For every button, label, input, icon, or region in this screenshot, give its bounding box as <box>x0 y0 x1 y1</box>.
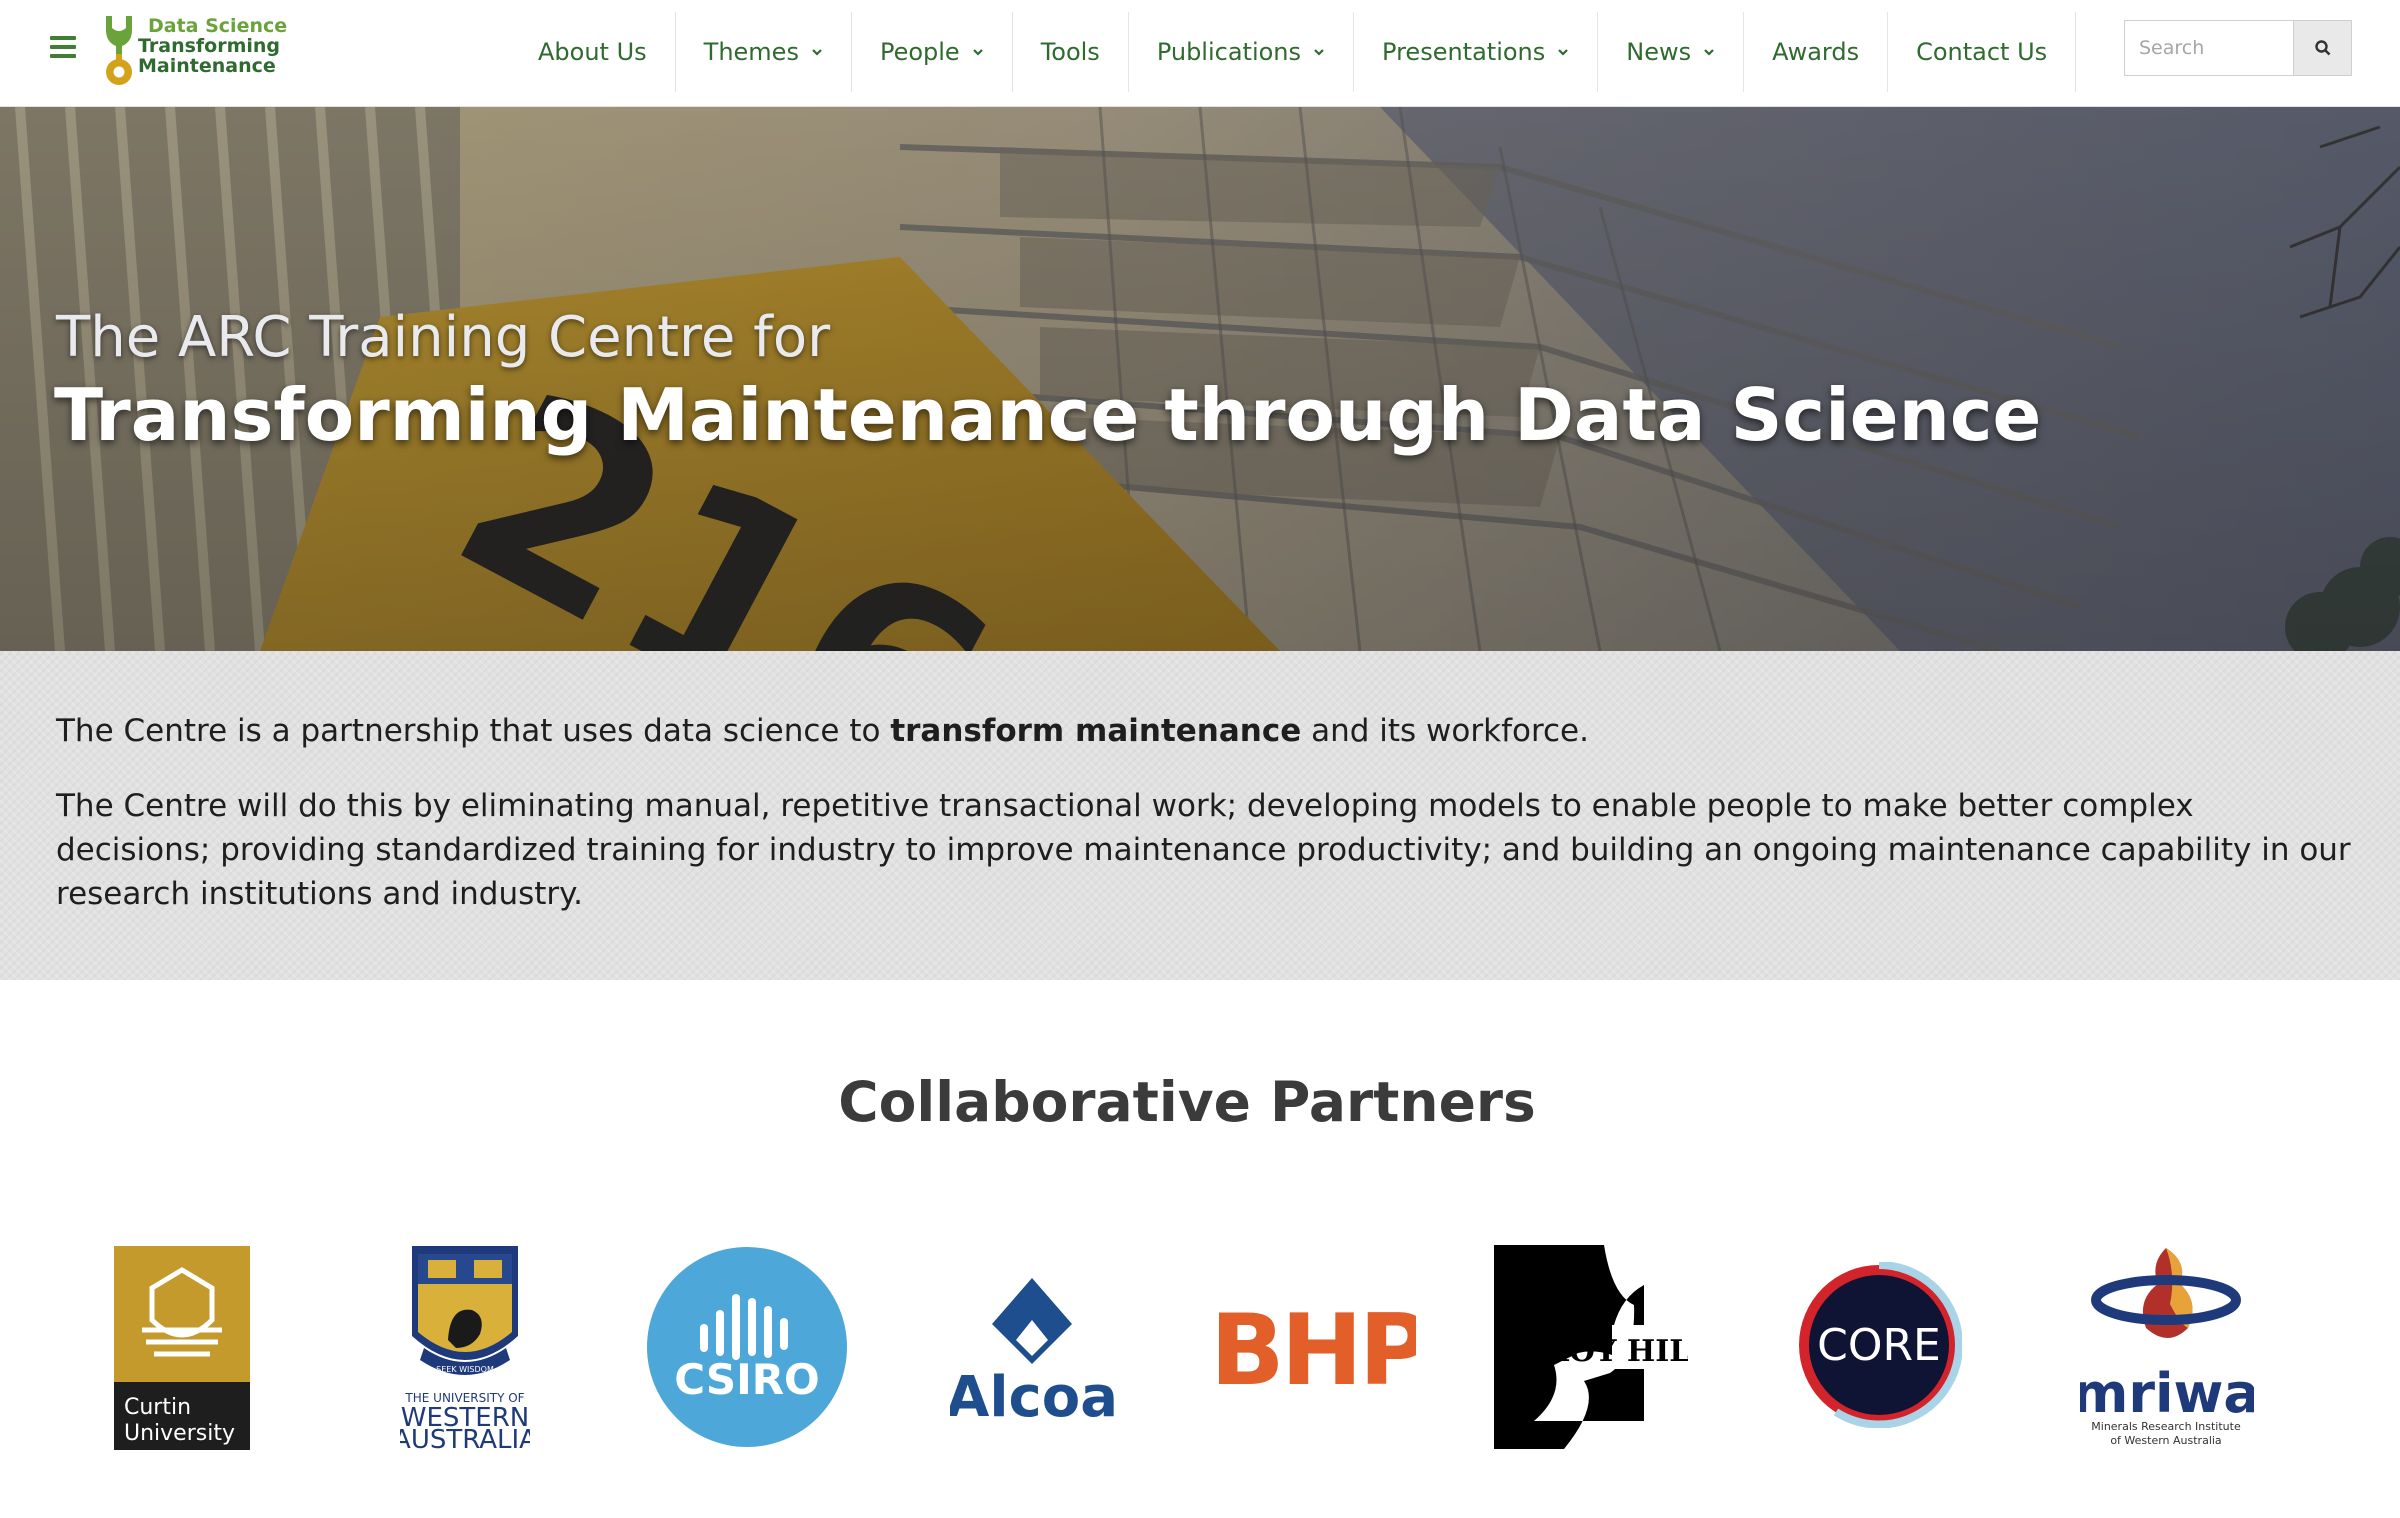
nav-label: Presentations <box>1382 38 1546 66</box>
mriwa-text: mriwa <box>2080 1362 2254 1425</box>
search-icon <box>2314 40 2330 56</box>
nav-item-presentations[interactable]: Presentations <box>1354 12 1599 92</box>
csiro-text: CSIRO <box>674 1355 820 1404</box>
wrench-pin-icon <box>106 16 132 85</box>
nav-label: Contact Us <box>1916 38 2048 66</box>
nav-item-awards[interactable]: Awards <box>1744 12 1889 92</box>
nav-label: Themes <box>703 38 799 66</box>
logo-text: Data Science Transforming Maintenance <box>138 16 287 76</box>
uwa-motto: SEEK WISDOM <box>436 1365 494 1374</box>
partner-logo-alcoa[interactable]: Alcoa <box>950 1274 1114 1424</box>
curtin-line-2: University <box>124 1421 235 1446</box>
logo-line-3: Maintenance <box>138 55 276 77</box>
search-box <box>2124 20 2352 76</box>
alcoa-text: Alcoa <box>950 1365 1114 1424</box>
nav-item-news[interactable]: News <box>1598 12 1745 92</box>
nav-item-publications[interactable]: Publications <box>1129 12 1355 92</box>
main-nav: About Us Themes People Tools Publication… <box>510 12 2077 92</box>
bhp-text: BHP <box>1210 1302 1416 1392</box>
partners-heading: Collaborative Partners <box>838 1070 1536 1134</box>
hero-title: Transforming Maintenance through Data Sc… <box>54 373 2042 457</box>
mriwa-sub-1: Minerals Research Institute <box>2091 1420 2241 1433</box>
nav-label: Publications <box>1156 38 1302 66</box>
chevron-down-icon <box>1314 49 1324 56</box>
partner-logo-roy-hill[interactable]: ROY HILL <box>1494 1245 1688 1449</box>
chevron-down-icon <box>972 49 983 56</box>
intro-section: The Centre is a partnership that uses da… <box>0 651 2400 980</box>
nav-item-people[interactable]: People <box>852 12 1013 92</box>
nav-label: Tools <box>1040 38 1100 66</box>
core-text: CORE <box>1817 1320 1941 1371</box>
search-button[interactable] <box>2293 21 2351 75</box>
chevron-down-icon <box>812 49 822 56</box>
curtin-line-1: Curtin <box>124 1395 191 1420</box>
intro-paragraph-2: The Centre will do this by eliminating m… <box>56 788 2351 912</box>
nav-item-about-us[interactable]: About Us <box>510 12 676 92</box>
partner-logo-uwa[interactable]: SEEK WISDOM THE UNIVERSITY OF WESTERN AU… <box>400 1244 530 1452</box>
mriwa-sub-2: of Western Australia <box>2110 1434 2221 1447</box>
nav-label: Awards <box>1772 38 1860 66</box>
intro-emphasis: transform maintenance <box>890 713 1302 749</box>
partner-logo-curtin[interactable]: Curtin University <box>114 1246 250 1450</box>
nav-label: News <box>1626 38 1692 66</box>
site-logo[interactable]: Data Science Transforming Maintenance <box>98 10 288 90</box>
intro-paragraph-1: The Centre is a partnership that uses da… <box>56 709 2356 753</box>
site-header: Data Science Transforming Maintenance Ab… <box>0 0 2400 107</box>
nav-item-contact-us[interactable]: Contact Us <box>1888 12 2077 92</box>
partner-logo-core[interactable]: CORE <box>1796 1262 1962 1428</box>
partner-logo-bhp[interactable]: BHP <box>1210 1302 1416 1392</box>
hero-subtitle: The ARC Training Centre for <box>56 305 831 370</box>
nav-label: About Us <box>538 38 647 66</box>
intro-text: The Centre is a partnership that uses da… <box>56 713 891 749</box>
logo-line-2: Transforming <box>138 35 281 57</box>
nav-item-tools[interactable]: Tools <box>1013 12 1129 92</box>
hero-banner: 216 The ARC Training Centre for Transfor… <box>0 107 2400 651</box>
nav-label: People <box>879 38 960 66</box>
menu-icon[interactable] <box>50 36 76 58</box>
chevron-down-icon <box>1558 49 1569 56</box>
roy-hill-text: ROY HILL <box>1544 1334 1688 1369</box>
intro-text: and its workforce. <box>1301 713 1589 749</box>
search-input[interactable] <box>2125 21 2293 75</box>
nav-item-themes[interactable]: Themes <box>676 12 852 92</box>
logo-line-1: Data Science <box>148 15 288 37</box>
partner-logo-mriwa[interactable]: mriwa Minerals Research Institute of Wes… <box>2080 1244 2254 1452</box>
partner-logo-csiro[interactable]: CSIRO <box>646 1246 848 1448</box>
chevron-down-icon <box>1704 49 1714 56</box>
uwa-line-3: AUSTRALIA <box>400 1425 530 1452</box>
